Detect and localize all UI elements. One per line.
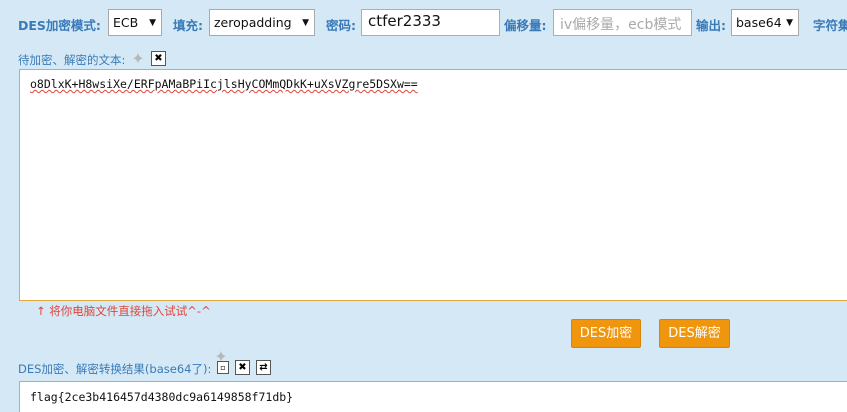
- password-label: 密码:: [326, 18, 356, 33]
- input-text: o8DlxK+H8wsiXe/ERFpAMaBPiIcjlsHyCOMmQDkK…: [30, 77, 418, 91]
- des-encrypt-button[interactable]: DES加密: [571, 319, 641, 348]
- output-select[interactable]: base64 ▼: [731, 9, 799, 36]
- output-select-value: base64: [736, 15, 782, 30]
- padding-select[interactable]: zeropadding ▼: [209, 9, 315, 36]
- padding-label: 填充:: [173, 18, 203, 33]
- mode-select-value: ECB: [113, 15, 139, 30]
- puzzle-icon: ✦: [131, 49, 145, 68]
- clear-result-button[interactable]: ✖: [235, 360, 250, 375]
- des-tool-page: DES加密模式: ECB ▼ 填充: zeropadding ▼ 密码: ctf…: [0, 0, 847, 412]
- swap-result-button[interactable]: ⇄: [256, 360, 271, 375]
- copy-button[interactable]: ▫: [217, 361, 229, 374]
- password-input[interactable]: ctfer2333: [361, 9, 500, 36]
- result-textarea[interactable]: flag{2ce3b416457d4380dc9a6149858f71db}: [19, 381, 847, 412]
- toolbar: DES加密模式: ECB ▼ 填充: zeropadding ▼ 密码: ctf…: [0, 0, 847, 46]
- mode-label: DES加密模式:: [18, 18, 101, 33]
- iv-label: 偏移量:: [504, 18, 547, 33]
- input-textarea[interactable]: o8DlxK+H8wsiXe/ERFpAMaBPiIcjlsHyCOMmQDkK…: [19, 69, 847, 301]
- des-decrypt-button[interactable]: DES解密: [659, 319, 730, 348]
- chevron-down-icon: ▼: [786, 18, 793, 28]
- padding-select-value: zeropadding: [214, 15, 292, 30]
- charset-label: 字符集: [813, 18, 847, 33]
- clear-input-button[interactable]: ✖: [151, 51, 166, 66]
- mode-select[interactable]: ECB ▼: [108, 9, 162, 36]
- iv-input[interactable]: iv偏移量，ecb模式: [553, 9, 692, 36]
- result-text: flag{2ce3b416457d4380dc9a6149858f71db}: [30, 390, 294, 404]
- result-label: DES加密、解密转换结果(base64了):: [18, 362, 212, 376]
- output-label: 输出:: [696, 18, 726, 33]
- input-label: 待加密、解密的文本:: [18, 53, 126, 67]
- chevron-down-icon: ▼: [302, 18, 309, 28]
- drag-file-hint: ↑ 将你电脑文件直接拖入试试^-^: [36, 304, 211, 318]
- chevron-down-icon: ▼: [149, 18, 156, 28]
